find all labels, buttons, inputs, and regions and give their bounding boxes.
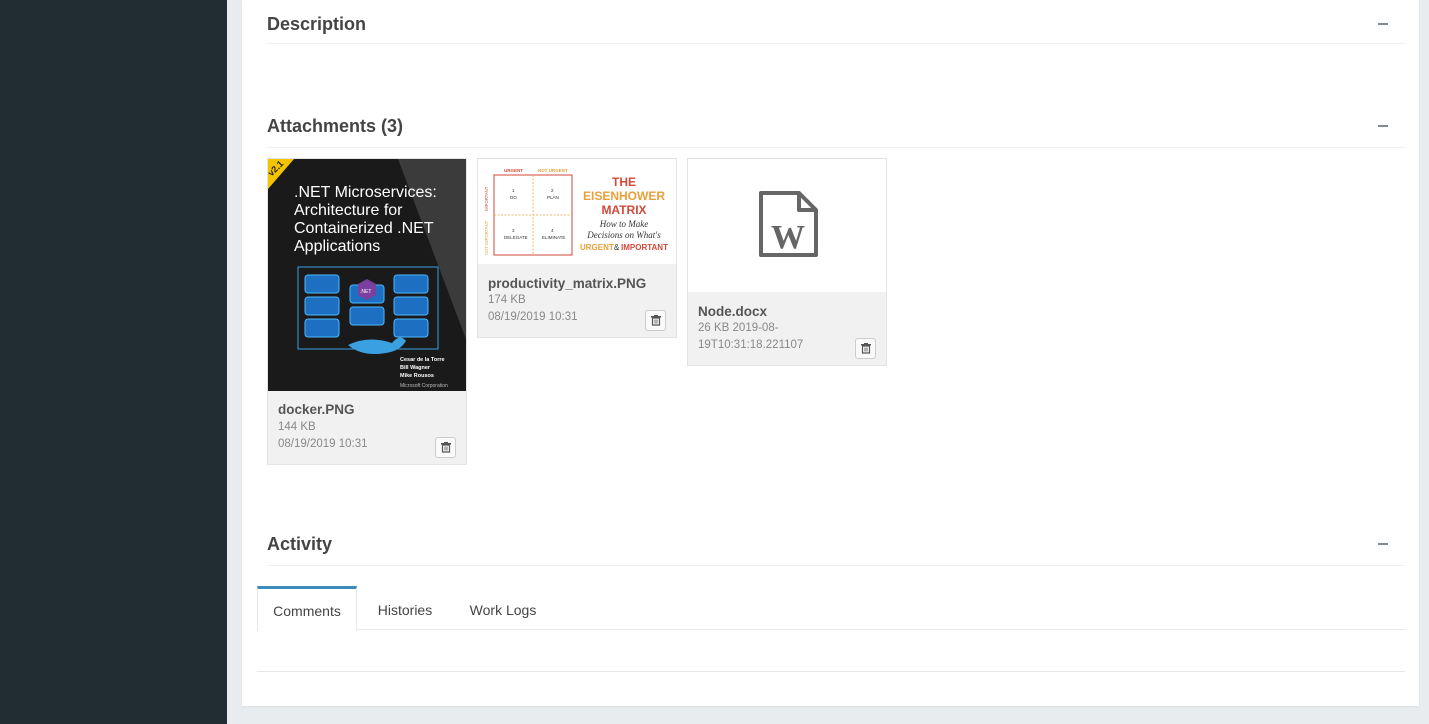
attachment-card-docker: v2.1 .NET Microservices: Architecture fo… xyxy=(267,158,467,465)
attachments-title: Attachments (3) xyxy=(267,116,404,136)
svg-text:DO: DO xyxy=(510,195,517,200)
svg-text:IMPORTANT: IMPORTANT xyxy=(484,186,489,211)
attachment-thumbnail-docker[interactable]: v2.1 .NET Microservices: Architecture fo… xyxy=(268,159,466,391)
attachment-name[interactable]: Node.docx xyxy=(698,304,767,319)
svg-text:Mike Rousos: Mike Rousos xyxy=(400,373,434,379)
collapse-attachments-icon[interactable] xyxy=(1377,116,1391,136)
svg-text:4: 4 xyxy=(551,228,554,233)
attachments-header: Attachments (3) xyxy=(267,104,1405,148)
left-sidebar xyxy=(0,0,227,724)
svg-text:How to Make: How to Make xyxy=(599,219,649,229)
svg-text:URGENT: URGENT xyxy=(580,243,614,252)
svg-text:URGENT: URGENT xyxy=(504,168,523,173)
attachment-card-productivity-matrix: URGENT NOT URGENT IMPORTANT NOT IMPORTAN… xyxy=(477,158,677,338)
attachment-name[interactable]: productivity_matrix.PNG xyxy=(488,276,646,291)
eisenhower-matrix-image: URGENT NOT URGENT IMPORTANT NOT IMPORTAN… xyxy=(484,168,668,256)
svg-text:Containerized .NET: Containerized .NET xyxy=(294,220,434,237)
delete-attachment-button[interactable] xyxy=(435,437,456,458)
svg-text:Applications: Applications xyxy=(294,238,380,255)
collapse-description-icon[interactable] xyxy=(1377,14,1391,34)
tab-comments[interactable]: Comments xyxy=(257,586,357,631)
svg-text:Microsoft Corporation: Microsoft Corporation xyxy=(400,383,448,389)
svg-text:2: 2 xyxy=(551,188,554,193)
svg-text:.NET Microservices:: .NET Microservices: xyxy=(294,184,437,201)
delete-attachment-button[interactable] xyxy=(645,310,666,331)
svg-text:.NET: .NET xyxy=(360,289,371,295)
attachment-size-date: 26 KB 2019-08- xyxy=(698,322,779,334)
attachment-size: 144 KB xyxy=(278,421,316,433)
svg-text:NOT URGENT: NOT URGENT xyxy=(538,168,568,173)
comments-tab-content xyxy=(257,630,1405,672)
tab-work-logs[interactable]: Work Logs xyxy=(457,586,549,630)
svg-text:Architecture for: Architecture for xyxy=(294,202,403,219)
svg-text:IMPORTANT: IMPORTANT xyxy=(621,243,668,252)
activity-header: Activity xyxy=(267,522,1405,566)
svg-text:NOT IMPORTANT: NOT IMPORTANT xyxy=(484,220,489,255)
svg-text:Cesar de la Torre: Cesar de la Torre xyxy=(400,357,445,363)
attachment-date: 08/19/2019 10:31 xyxy=(278,438,368,450)
svg-text:ELIMINATE: ELIMINATE xyxy=(542,235,565,240)
attachment-thumbnail-matrix[interactable]: URGENT NOT URGENT IMPORTANT NOT IMPORTAN… xyxy=(478,159,676,264)
svg-text:1: 1 xyxy=(512,188,515,193)
svg-text:W: W xyxy=(771,219,805,256)
svg-text:&: & xyxy=(614,243,620,252)
svg-text:3: 3 xyxy=(512,228,515,233)
delete-attachment-button[interactable] xyxy=(855,338,876,359)
issue-detail-panel: Description Attachments (3) v2.1 .NET Mi… xyxy=(242,0,1419,706)
trash-icon xyxy=(861,343,871,354)
word-file-icon: W xyxy=(759,191,818,257)
trash-icon xyxy=(651,315,661,326)
attachment-card-node-docx: W Node.docx 26 KB 2019-08- 19T10:31:18.2… xyxy=(687,158,887,366)
attachment-name[interactable]: docker.PNG xyxy=(278,402,355,417)
attachment-date: 19T10:31:18.221107 xyxy=(698,339,804,351)
svg-text:PLAN: PLAN xyxy=(547,195,559,200)
svg-text:MATRIX: MATRIX xyxy=(601,203,646,217)
svg-text:THE: THE xyxy=(612,175,636,189)
activity-title: Activity xyxy=(267,534,333,554)
svg-text:EISENHOWER: EISENHOWER xyxy=(583,189,665,203)
svg-text:DELEGATE: DELEGATE xyxy=(504,235,528,240)
tab-histories[interactable]: Histories xyxy=(365,586,445,630)
trash-icon xyxy=(441,442,451,453)
description-header: Description xyxy=(267,2,1405,44)
collapse-activity-icon[interactable] xyxy=(1377,534,1391,554)
activity-tabs: Comments Histories Work Logs xyxy=(257,586,1405,631)
svg-text:Bill Wagner: Bill Wagner xyxy=(400,365,431,371)
svg-text:Decisions on What's: Decisions on What's xyxy=(586,230,661,240)
attachment-size: 174 KB xyxy=(488,294,526,306)
description-title: Description xyxy=(267,14,367,34)
attachment-date: 08/19/2019 10:31 xyxy=(488,311,578,323)
docker-book-cover-image: v2.1 .NET Microservices: Architecture fo… xyxy=(268,159,466,389)
attachment-thumbnail-docx[interactable]: W xyxy=(688,159,886,292)
